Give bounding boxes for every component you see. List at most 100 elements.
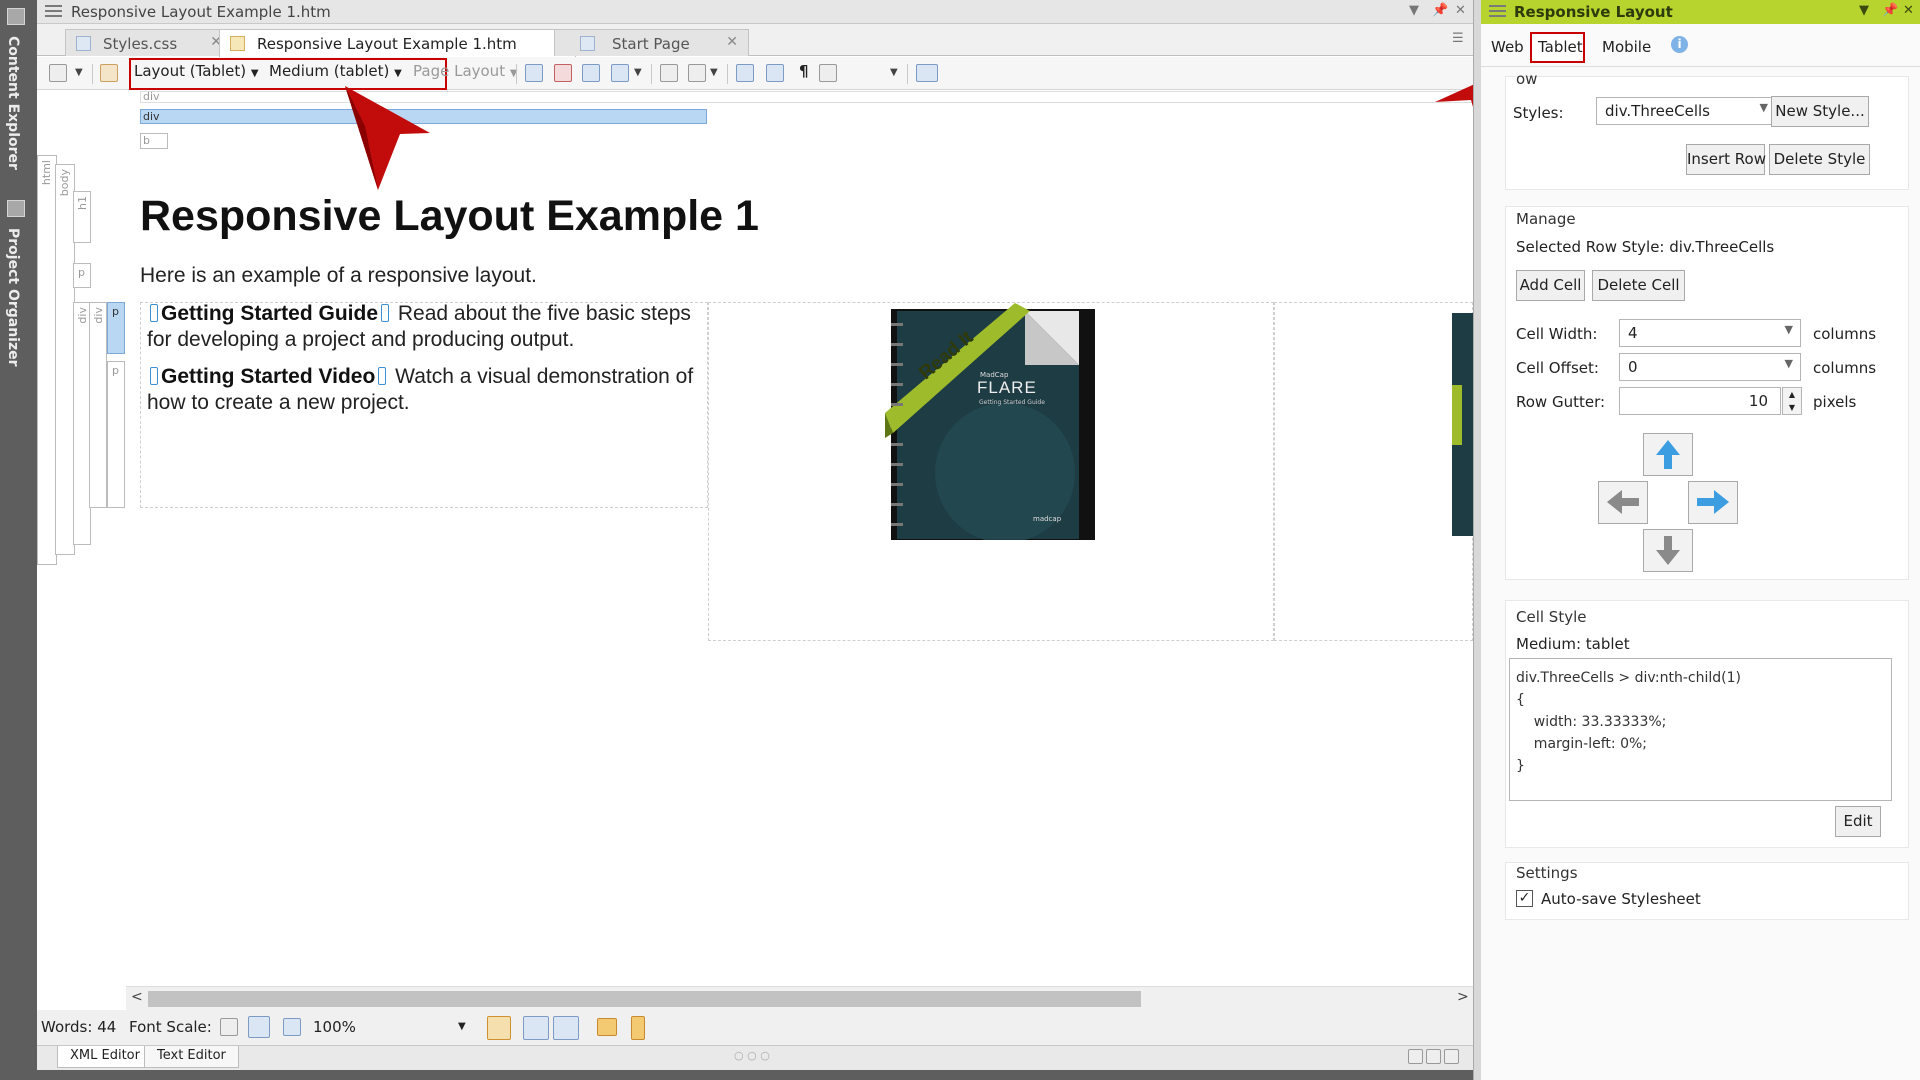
chevron-down-icon[interactable]: ▼ <box>634 67 642 89</box>
delete-style-button[interactable]: Delete Style <box>1769 144 1870 175</box>
tab-list-icon[interactable]: ☰ <box>1452 31 1464 46</box>
move-up-button[interactable] <box>1643 433 1693 476</box>
side-rail: Content Explorer Project Organizer <box>0 0 37 1080</box>
video-paragraph[interactable]: Getting Started Video Watch a visual dem… <box>147 364 707 416</box>
separator <box>516 64 517 84</box>
close-icon[interactable]: ✕ <box>1903 3 1914 18</box>
page-heading[interactable]: Responsive Layout Example 1 <box>140 192 759 241</box>
add-cell-button[interactable]: Add Cell <box>1516 270 1585 301</box>
structure-bar-p-selected[interactable]: p <box>107 302 125 354</box>
show-structure-bars-icon[interactable] <box>523 1016 549 1040</box>
paragraph-mark-icon[interactable]: ¶ <box>799 62 809 84</box>
horizontal-scrollbar[interactable]: < > <box>126 986 1473 1010</box>
div-tag-icon[interactable] <box>766 64 784 82</box>
row-gutter-input[interactable]: 10 <box>1619 387 1781 415</box>
move-down-button[interactable] <box>1643 529 1693 572</box>
window-menu-icon[interactable] <box>45 5 62 17</box>
image-icon[interactable] <box>582 64 600 82</box>
new-style-button[interactable]: New Style... <box>1771 96 1869 127</box>
tab-styles-css[interactable]: Styles.css ✕ <box>65 29 233 56</box>
tab-xml-editor[interactable]: XML Editor <box>57 1046 153 1068</box>
cell-end-marker <box>381 304 390 322</box>
editor-status-bar: Words: 44 Font Scale: 100% ▼ <box>37 1010 1473 1045</box>
scroll-right-icon[interactable]: > <box>1457 989 1469 1005</box>
move-left-button[interactable] <box>1598 481 1648 524</box>
tab-start-page[interactable]: Start Page ✕ <box>554 29 749 56</box>
book-publisher: madcap <box>1033 515 1062 523</box>
view-mode-icon[interactable] <box>487 1016 511 1040</box>
text-box-icon[interactable] <box>688 64 706 82</box>
arrow-right-icon <box>1697 490 1729 514</box>
structure-bar-p[interactable]: p <box>107 361 125 508</box>
insert-row-button[interactable]: Insert Row <box>1686 144 1766 175</box>
tab-mobile[interactable]: Mobile <box>1602 38 1651 56</box>
cell-style-medium: Medium: tablet <box>1516 635 1630 653</box>
show-tags-icon[interactable] <box>819 64 837 82</box>
row-gutter-label: Row Gutter: <box>1516 393 1606 411</box>
layout-toggle-icon[interactable] <box>1444 1049 1459 1064</box>
split-vertical-icon[interactable] <box>1426 1049 1441 1064</box>
chevron-down-icon[interactable]: ▼ <box>890 67 898 89</box>
pin-icon[interactable]: 📌 <box>1432 3 1448 18</box>
chevron-down-icon[interactable]: ▼ <box>458 1021 466 1032</box>
cell-offset-select[interactable]: 0 ▼ <box>1619 353 1801 381</box>
cell-three[interactable] <box>1274 302 1473 641</box>
scroll-left-icon[interactable]: < <box>131 989 143 1005</box>
dropdown-icon[interactable]: ▼ <box>1859 3 1869 18</box>
structure-bar-html[interactable]: html <box>37 155 57 565</box>
preview-icon[interactable] <box>49 64 67 82</box>
close-icon[interactable]: ✕ <box>1455 3 1466 18</box>
cell-width-select[interactable]: 4 ▼ <box>1619 319 1801 347</box>
edit-button[interactable]: Edit <box>1835 806 1881 837</box>
structure-bar-div[interactable]: div <box>89 302 107 508</box>
intro-paragraph[interactable]: Here is an example of a responsive layou… <box>140 263 537 289</box>
font-increase-icon[interactable] <box>283 1018 301 1036</box>
row-gutter-stepper[interactable]: ▲ ▼ <box>1782 387 1802 415</box>
panel-menu-icon[interactable] <box>1489 5 1506 17</box>
show-span-bars-icon[interactable] <box>553 1016 579 1040</box>
structure-bar-p[interactable]: p <box>73 263 91 288</box>
close-tab-icon[interactable]: ✕ <box>726 34 738 50</box>
insert-link-icon[interactable] <box>916 64 938 82</box>
scroll-thumb[interactable] <box>148 991 1141 1007</box>
structure-bar-body[interactable]: body <box>55 164 75 555</box>
tab-text-editor[interactable]: Text Editor <box>144 1046 239 1068</box>
font-decrease-icon[interactable] <box>220 1018 238 1036</box>
structure-bar-h1[interactable]: h1 <box>73 191 91 243</box>
structure-bar-b[interactable]: b <box>140 133 168 149</box>
callout-arrow <box>345 86 430 190</box>
font-reset-icon[interactable] <box>248 1016 270 1038</box>
tab-web[interactable]: Web <box>1491 38 1524 56</box>
remove-snippet-icon[interactable] <box>554 64 572 82</box>
delete-cell-button[interactable]: Delete Cell <box>1592 270 1685 301</box>
layout-dropdown[interactable]: Layout (Tablet) ▼ <box>134 62 259 84</box>
hand-icon[interactable] <box>100 64 118 82</box>
split-horizontal-icon[interactable] <box>1408 1049 1423 1064</box>
content-explorer-tab[interactable]: Content Explorer <box>5 36 21 170</box>
flare-book-image[interactable]: Read It MadCap FLARE Getting Started Gui… <box>885 303 1095 540</box>
tab-responsive-layout[interactable]: Responsive Layout Example 1.htm ✕ <box>219 29 576 57</box>
panel-splitter[interactable] <box>1473 0 1481 1080</box>
zoom-level[interactable]: 100% <box>313 1018 356 1036</box>
autosave-checkbox[interactable]: ✓ <box>1516 890 1533 907</box>
project-organizer-tab[interactable]: Project Organizer <box>5 228 21 367</box>
chevron-down-icon: ▼ <box>1784 357 1793 370</box>
info-icon[interactable]: i <box>1671 36 1688 53</box>
span-tag-icon[interactable] <box>736 64 754 82</box>
dropdown-icon[interactable]: ▼ <box>1409 3 1419 18</box>
pin-icon[interactable]: 📌 <box>1882 3 1898 18</box>
chevron-down-icon[interactable]: ▼ <box>75 67 83 89</box>
styles-select[interactable]: div.ThreeCells ▼ <box>1596 97 1776 125</box>
page-layout-dropdown[interactable]: Page Layout ▼ <box>413 62 518 84</box>
variable-icon[interactable] <box>660 64 678 82</box>
drag-handle-icon[interactable]: ○ ○ ○ <box>734 1049 770 1062</box>
insert-snippet-icon[interactable] <box>525 64 543 82</box>
vertical-ruler-icon[interactable] <box>631 1016 645 1040</box>
guide-paragraph[interactable]: Getting Started Guide Read about the fiv… <box>147 301 707 353</box>
move-right-button[interactable] <box>1688 481 1738 524</box>
medium-dropdown[interactable]: Medium (tablet) ▼ <box>269 62 402 84</box>
ruler-icon[interactable] <box>597 1018 617 1036</box>
tab-tablet[interactable]: Tablet <box>1530 32 1585 63</box>
chevron-down-icon[interactable]: ▼ <box>710 67 718 89</box>
table-icon[interactable] <box>611 64 629 82</box>
